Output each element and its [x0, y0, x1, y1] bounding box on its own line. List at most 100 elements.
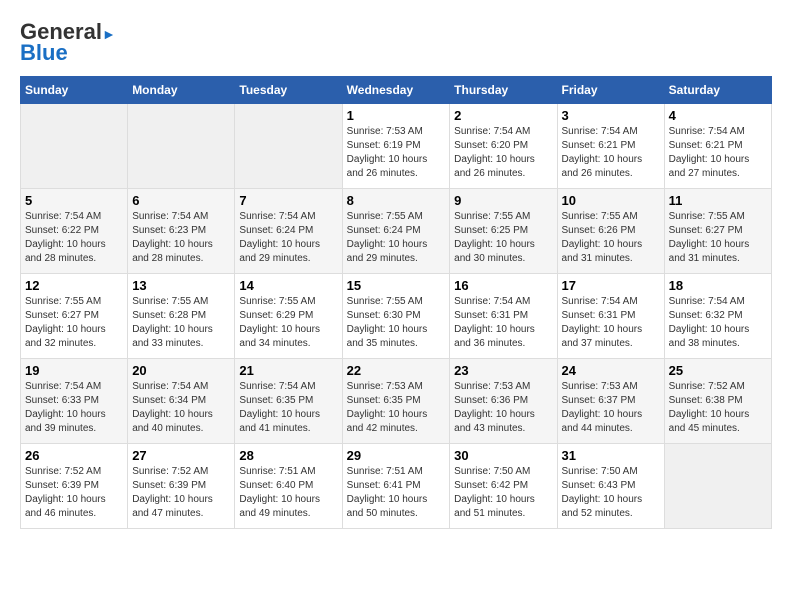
day-cell: 16 Sunrise: 7:54 AM Sunset: 6:31 PM Dayl…	[450, 274, 557, 359]
day-info: Sunrise: 7:54 AM Sunset: 6:31 PM Dayligh…	[454, 295, 552, 351]
day-cell: 17 Sunrise: 7:54 AM Sunset: 6:31 PM Dayl…	[557, 274, 664, 359]
day-info: Sunrise: 7:55 AM Sunset: 6:28 PM Dayligh…	[132, 295, 230, 351]
day-number: 28	[239, 448, 337, 463]
day-info: Sunrise: 7:55 AM Sunset: 6:25 PM Dayligh…	[454, 210, 552, 266]
page-header: General► Blue	[20, 20, 772, 66]
day-number: 8	[347, 193, 446, 208]
day-info: Sunrise: 7:54 AM Sunset: 6:33 PM Dayligh…	[25, 380, 123, 436]
day-number: 27	[132, 448, 230, 463]
day-cell: 26 Sunrise: 7:52 AM Sunset: 6:39 PM Dayl…	[21, 444, 128, 529]
day-number: 1	[347, 108, 446, 123]
day-info: Sunrise: 7:55 AM Sunset: 6:27 PM Dayligh…	[25, 295, 123, 351]
day-info: Sunrise: 7:50 AM Sunset: 6:42 PM Dayligh…	[454, 465, 552, 521]
day-number: 24	[562, 363, 660, 378]
day-number: 19	[25, 363, 123, 378]
day-cell: 22 Sunrise: 7:53 AM Sunset: 6:35 PM Dayl…	[342, 359, 450, 444]
day-info: Sunrise: 7:54 AM Sunset: 6:21 PM Dayligh…	[562, 125, 660, 181]
day-number: 11	[669, 193, 767, 208]
day-number: 6	[132, 193, 230, 208]
day-info: Sunrise: 7:53 AM Sunset: 6:36 PM Dayligh…	[454, 380, 552, 436]
day-cell	[128, 104, 235, 189]
day-cell: 31 Sunrise: 7:50 AM Sunset: 6:43 PM Dayl…	[557, 444, 664, 529]
day-info: Sunrise: 7:55 AM Sunset: 6:26 PM Dayligh…	[562, 210, 660, 266]
day-cell: 8 Sunrise: 7:55 AM Sunset: 6:24 PM Dayli…	[342, 189, 450, 274]
weekday-header-thursday: Thursday	[450, 77, 557, 104]
day-info: Sunrise: 7:53 AM Sunset: 6:19 PM Dayligh…	[347, 125, 446, 181]
day-number: 20	[132, 363, 230, 378]
day-cell: 27 Sunrise: 7:52 AM Sunset: 6:39 PM Dayl…	[128, 444, 235, 529]
day-number: 22	[347, 363, 446, 378]
day-cell: 19 Sunrise: 7:54 AM Sunset: 6:33 PM Dayl…	[21, 359, 128, 444]
day-cell: 10 Sunrise: 7:55 AM Sunset: 6:26 PM Dayl…	[557, 189, 664, 274]
day-cell: 14 Sunrise: 7:55 AM Sunset: 6:29 PM Dayl…	[235, 274, 342, 359]
weekday-header-sunday: Sunday	[21, 77, 128, 104]
day-number: 12	[25, 278, 123, 293]
day-cell	[235, 104, 342, 189]
day-cell: 1 Sunrise: 7:53 AM Sunset: 6:19 PM Dayli…	[342, 104, 450, 189]
day-cell: 5 Sunrise: 7:54 AM Sunset: 6:22 PM Dayli…	[21, 189, 128, 274]
day-cell: 3 Sunrise: 7:54 AM Sunset: 6:21 PM Dayli…	[557, 104, 664, 189]
day-info: Sunrise: 7:50 AM Sunset: 6:43 PM Dayligh…	[562, 465, 660, 521]
day-info: Sunrise: 7:55 AM Sunset: 6:27 PM Dayligh…	[669, 210, 767, 266]
day-info: Sunrise: 7:54 AM Sunset: 6:22 PM Dayligh…	[25, 210, 123, 266]
day-cell: 30 Sunrise: 7:50 AM Sunset: 6:42 PM Dayl…	[450, 444, 557, 529]
day-info: Sunrise: 7:54 AM Sunset: 6:21 PM Dayligh…	[669, 125, 767, 181]
day-cell: 20 Sunrise: 7:54 AM Sunset: 6:34 PM Dayl…	[128, 359, 235, 444]
day-cell: 29 Sunrise: 7:51 AM Sunset: 6:41 PM Dayl…	[342, 444, 450, 529]
day-cell: 6 Sunrise: 7:54 AM Sunset: 6:23 PM Dayli…	[128, 189, 235, 274]
day-number: 2	[454, 108, 552, 123]
day-cell: 12 Sunrise: 7:55 AM Sunset: 6:27 PM Dayl…	[21, 274, 128, 359]
day-info: Sunrise: 7:54 AM Sunset: 6:24 PM Dayligh…	[239, 210, 337, 266]
day-info: Sunrise: 7:52 AM Sunset: 6:38 PM Dayligh…	[669, 380, 767, 436]
day-number: 16	[454, 278, 552, 293]
day-cell: 23 Sunrise: 7:53 AM Sunset: 6:36 PM Dayl…	[450, 359, 557, 444]
day-number: 15	[347, 278, 446, 293]
day-number: 13	[132, 278, 230, 293]
day-number: 23	[454, 363, 552, 378]
day-cell	[664, 444, 771, 529]
day-info: Sunrise: 7:51 AM Sunset: 6:41 PM Dayligh…	[347, 465, 446, 521]
day-number: 21	[239, 363, 337, 378]
day-info: Sunrise: 7:54 AM Sunset: 6:32 PM Dayligh…	[669, 295, 767, 351]
day-number: 26	[25, 448, 123, 463]
weekday-header-monday: Monday	[128, 77, 235, 104]
day-info: Sunrise: 7:53 AM Sunset: 6:37 PM Dayligh…	[562, 380, 660, 436]
day-number: 3	[562, 108, 660, 123]
day-cell: 18 Sunrise: 7:54 AM Sunset: 6:32 PM Dayl…	[664, 274, 771, 359]
day-cell: 21 Sunrise: 7:54 AM Sunset: 6:35 PM Dayl…	[235, 359, 342, 444]
day-info: Sunrise: 7:55 AM Sunset: 6:30 PM Dayligh…	[347, 295, 446, 351]
week-row-2: 5 Sunrise: 7:54 AM Sunset: 6:22 PM Dayli…	[21, 189, 772, 274]
weekday-header-row: SundayMondayTuesdayWednesdayThursdayFrid…	[21, 77, 772, 104]
day-info: Sunrise: 7:52 AM Sunset: 6:39 PM Dayligh…	[132, 465, 230, 521]
day-info: Sunrise: 7:54 AM Sunset: 6:31 PM Dayligh…	[562, 295, 660, 351]
logo-blue: Blue	[20, 40, 68, 66]
day-number: 9	[454, 193, 552, 208]
day-info: Sunrise: 7:53 AM Sunset: 6:35 PM Dayligh…	[347, 380, 446, 436]
day-cell	[21, 104, 128, 189]
weekday-header-friday: Friday	[557, 77, 664, 104]
day-info: Sunrise: 7:52 AM Sunset: 6:39 PM Dayligh…	[25, 465, 123, 521]
day-info: Sunrise: 7:55 AM Sunset: 6:29 PM Dayligh…	[239, 295, 337, 351]
day-info: Sunrise: 7:54 AM Sunset: 6:20 PM Dayligh…	[454, 125, 552, 181]
day-number: 18	[669, 278, 767, 293]
day-number: 14	[239, 278, 337, 293]
day-number: 17	[562, 278, 660, 293]
day-cell: 9 Sunrise: 7:55 AM Sunset: 6:25 PM Dayli…	[450, 189, 557, 274]
week-row-1: 1 Sunrise: 7:53 AM Sunset: 6:19 PM Dayli…	[21, 104, 772, 189]
weekday-header-wednesday: Wednesday	[342, 77, 450, 104]
day-info: Sunrise: 7:54 AM Sunset: 6:34 PM Dayligh…	[132, 380, 230, 436]
calendar-table: SundayMondayTuesdayWednesdayThursdayFrid…	[20, 76, 772, 529]
day-cell: 24 Sunrise: 7:53 AM Sunset: 6:37 PM Dayl…	[557, 359, 664, 444]
week-row-4: 19 Sunrise: 7:54 AM Sunset: 6:33 PM Dayl…	[21, 359, 772, 444]
day-number: 7	[239, 193, 337, 208]
day-number: 4	[669, 108, 767, 123]
day-info: Sunrise: 7:55 AM Sunset: 6:24 PM Dayligh…	[347, 210, 446, 266]
day-cell: 11 Sunrise: 7:55 AM Sunset: 6:27 PM Dayl…	[664, 189, 771, 274]
day-number: 31	[562, 448, 660, 463]
day-cell: 4 Sunrise: 7:54 AM Sunset: 6:21 PM Dayli…	[664, 104, 771, 189]
day-cell: 7 Sunrise: 7:54 AM Sunset: 6:24 PM Dayli…	[235, 189, 342, 274]
day-cell: 28 Sunrise: 7:51 AM Sunset: 6:40 PM Dayl…	[235, 444, 342, 529]
day-number: 30	[454, 448, 552, 463]
logo: General► Blue	[20, 20, 116, 66]
day-cell: 15 Sunrise: 7:55 AM Sunset: 6:30 PM Dayl…	[342, 274, 450, 359]
